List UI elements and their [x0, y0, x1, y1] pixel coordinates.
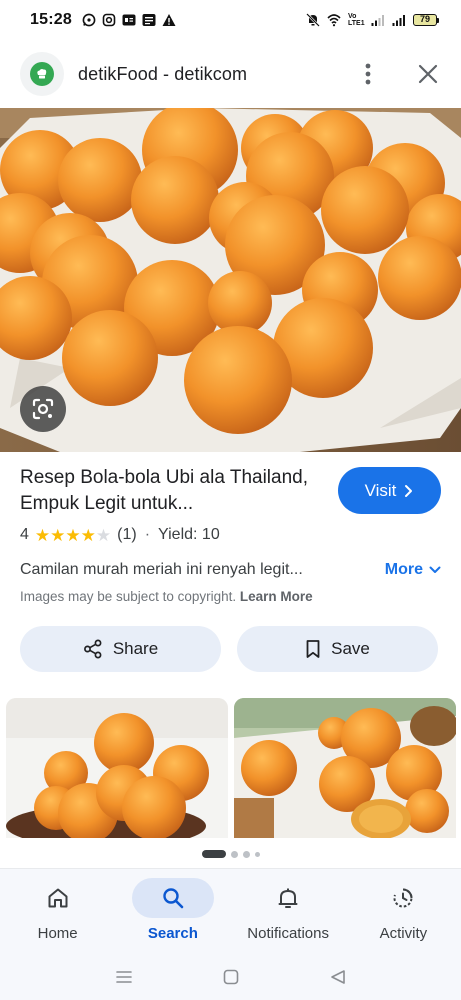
share-icon [83, 639, 102, 659]
result-header: detikFood - detikcom [0, 44, 461, 104]
related-image-1[interactable] [6, 698, 228, 838]
home-icon [48, 888, 68, 908]
nav-search[interactable]: Search [115, 869, 230, 954]
battery-level: 79 [413, 14, 437, 26]
nav-notifications-label: Notifications [247, 925, 329, 942]
description-row: Camilan murah meriah ini renyah legit...… [20, 559, 441, 581]
nav-home[interactable]: Home [0, 869, 115, 954]
more-button[interactable]: More [385, 561, 441, 579]
more-label: More [384, 561, 423, 578]
bookmark-icon [306, 640, 320, 658]
home-system-button[interactable] [216, 962, 246, 992]
action-row: Share Save [20, 626, 438, 672]
star-filled-icon: ★ [50, 525, 66, 545]
carousel-dot [242, 850, 250, 858]
copyright-notice: Images may be subject to copyright. Lear… [20, 589, 441, 609]
wifi-icon [327, 13, 341, 27]
carousel-dot-active [201, 850, 226, 858]
warning-icon [162, 13, 176, 27]
rating-value: 4 [20, 526, 29, 543]
hero-image[interactable] [0, 108, 461, 452]
battery-icon: 79 [413, 14, 439, 26]
back-triangle-icon [330, 970, 345, 984]
star-filled-icon: ★ [34, 525, 51, 545]
related-images [6, 698, 461, 838]
nav-search-label: Search [147, 925, 198, 942]
system-icons: Vo LTE1 79 [306, 13, 439, 27]
star-filled-icon: ★ [80, 525, 96, 545]
recipe-title[interactable]: Resep Bola-bola Ubi ala Thailand, Empuk … [20, 465, 320, 517]
more-vert-icon [365, 63, 371, 85]
close-button[interactable] [413, 59, 443, 89]
whatsapp-icon [82, 13, 96, 27]
chevron-down-icon [429, 566, 441, 573]
instagram-icon [102, 13, 116, 27]
visit-button[interactable]: Visit [338, 467, 441, 514]
star-empty-icon: ★ [95, 525, 112, 545]
carousel-dot [230, 850, 238, 858]
fried-sweet-potato-balls-image [0, 108, 461, 452]
share-label: Share [112, 639, 159, 658]
status-bar: 15:28 Vo LTE1 79 [0, 0, 461, 40]
nav-activity[interactable]: Activity [346, 869, 461, 954]
search-icon [163, 888, 184, 909]
carousel-indicator [0, 850, 461, 858]
news-app-icon [122, 13, 136, 27]
recent-apps-button[interactable] [109, 962, 139, 992]
volte-label: Vo LTE1 [348, 13, 365, 27]
chef-hat-icon [37, 68, 47, 79]
chevron-right-icon [405, 484, 413, 497]
notification-icons [82, 13, 176, 27]
bell-icon [278, 888, 298, 908]
nav-home-label: Home [37, 925, 78, 942]
bottom-navigation: Home Search Notifications Activity [0, 868, 461, 954]
related-image-2[interactable] [234, 698, 456, 838]
nav-notifications[interactable]: Notifications [231, 869, 346, 954]
carousel-dot [254, 851, 260, 857]
google-lens-button[interactable] [20, 386, 66, 432]
star-filled-icon: ★ [65, 525, 81, 545]
save-button[interactable]: Save [237, 626, 438, 672]
rating-count: (1) [117, 526, 137, 543]
square-icon [223, 969, 238, 985]
site-title: detikFood - detikcom [78, 63, 248, 84]
rating-row: 4 ★ ★ ★ ★ ★ (1) · Yield: 10 [20, 524, 441, 546]
visit-label: Visit [364, 480, 397, 500]
signal-icon [371, 13, 385, 27]
system-navigation [0, 954, 461, 1000]
status-time: 15:28 [30, 11, 72, 28]
save-label: Save [331, 639, 370, 658]
result-info: Resep Bola-bola Ubi ala Thailand, Empuk … [20, 465, 441, 609]
close-icon [418, 64, 438, 84]
app-icon [142, 13, 156, 27]
recipe-description: Camilan murah meriah ini renyah legit... [20, 561, 303, 578]
site-favicon [20, 52, 64, 96]
nav-activity-label: Activity [379, 925, 428, 942]
separator: · [144, 526, 151, 543]
activity-icon [393, 888, 413, 908]
more-options-button[interactable] [353, 59, 383, 89]
share-button[interactable]: Share [20, 626, 221, 672]
back-button[interactable] [323, 962, 353, 992]
menu-icon [115, 971, 132, 983]
yield-text: Yield: 10 [158, 526, 220, 543]
copyright-text: Images may be subject to copyright. [20, 589, 237, 604]
learn-more-link[interactable]: Learn More [240, 589, 313, 604]
rating-stars: ★ ★ ★ ★ ★ [35, 527, 111, 544]
lens-icon [32, 398, 54, 420]
mute-icon [306, 13, 320, 27]
signal-icon-2 [392, 13, 406, 27]
